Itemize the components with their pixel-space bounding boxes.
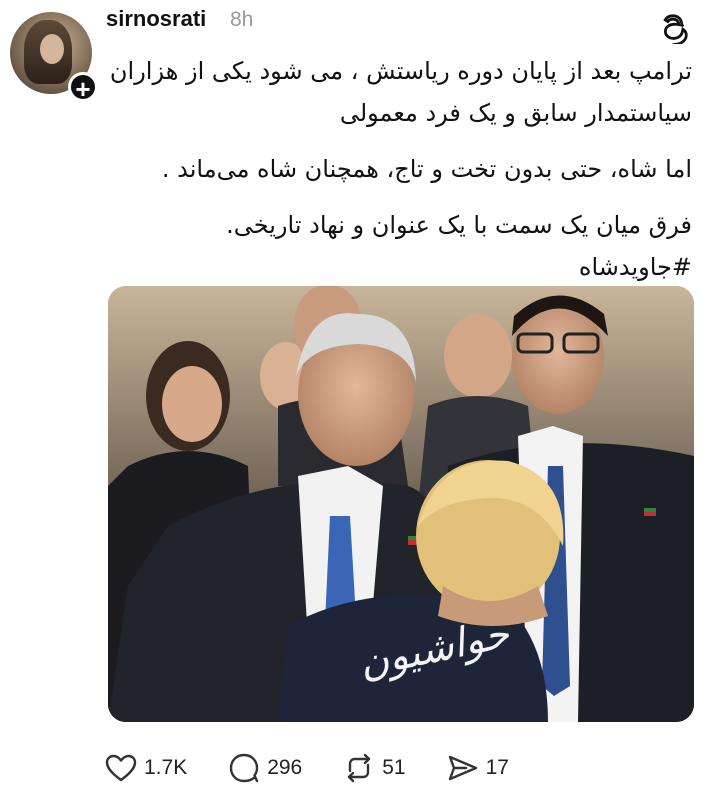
comment-button[interactable]: 296 — [227, 751, 302, 785]
username[interactable]: sirnosrati — [106, 6, 206, 32]
repost-icon — [348, 753, 371, 783]
repost-count: 51 — [382, 756, 406, 779]
share-count: 17 — [485, 756, 509, 779]
post-image[interactable]: حواشیون — [108, 286, 694, 722]
heart-icon — [105, 754, 137, 782]
follow-button[interactable]: + — [68, 72, 98, 103]
share-button[interactable]: 17 — [446, 751, 509, 785]
repost-button[interactable]: 51 — [342, 751, 406, 785]
threads-icon[interactable] — [658, 10, 692, 44]
comment-bubble-icon — [230, 753, 259, 783]
comment-count: 296 — [267, 756, 303, 779]
post-paragraph-2: اما شاه، حتی بدون تخت و تاج، همچنان شاه … — [161, 155, 692, 183]
post-timestamp: 8h — [230, 8, 254, 31]
post-actions-bar: 1.7K 296 51 17 — [104, 748, 549, 788]
send-icon — [448, 755, 477, 781]
hashtag-link[interactable]: #جاویدشاه — [104, 246, 692, 288]
post-paragraph-1: ترامپ بعد از پایان دوره ریاستش ، می شود … — [109, 57, 692, 127]
post-body: ترامپ بعد از پایان دوره ریاستش ، می شود … — [104, 50, 692, 288]
post-paragraph-3: فرق میان یک سمت با یک عنوان و نهاد تاریخ… — [226, 211, 692, 239]
avatar-face — [40, 34, 64, 64]
author-avatar-container[interactable]: + — [10, 12, 98, 103]
like-button[interactable]: 1.7K — [104, 751, 187, 785]
like-count: 1.7K — [144, 756, 188, 779]
